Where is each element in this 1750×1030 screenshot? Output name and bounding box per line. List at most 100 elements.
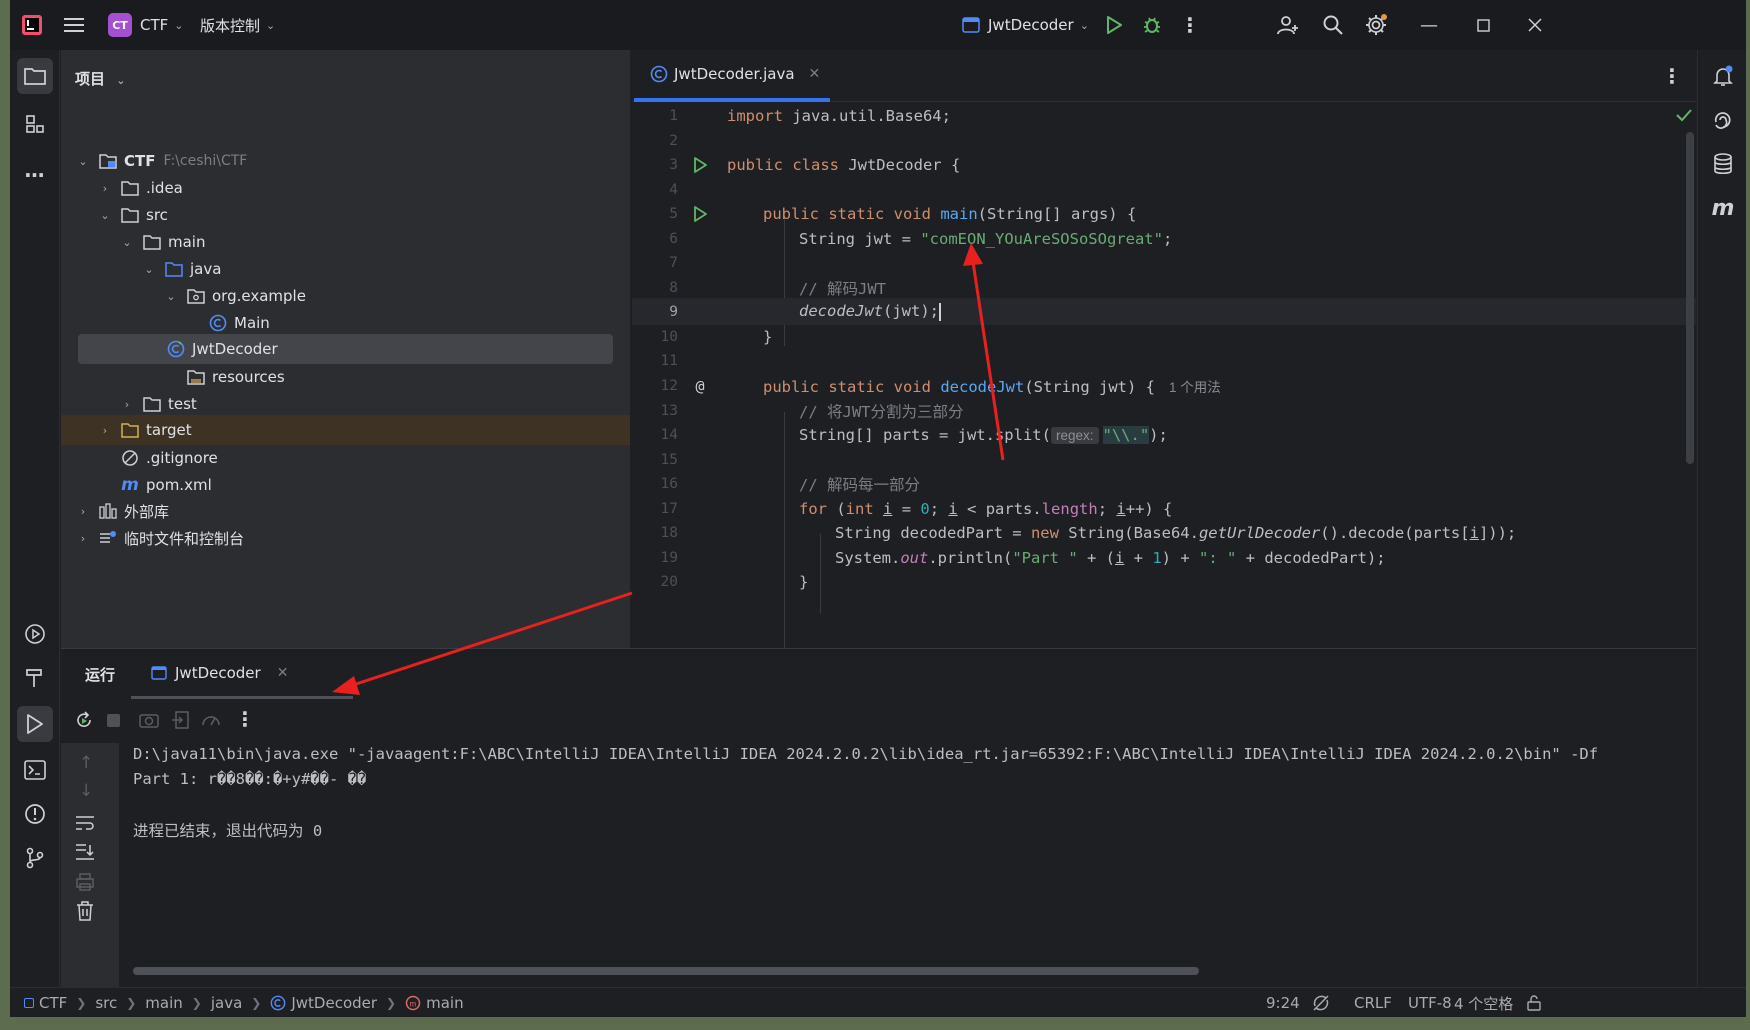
rerun-icon[interactable] [75, 711, 93, 733]
folder-icon [97, 152, 119, 170]
settings-gear-icon[interactable] [1364, 0, 1388, 50]
run-tool-icon[interactable] [17, 706, 53, 742]
tree-item-resources[interactable]: resources [163, 362, 285, 392]
folder-icon [141, 395, 163, 413]
vcs-menu[interactable]: 版本控制 ⌄ [200, 0, 275, 50]
terminal-tool-icon[interactable] [17, 752, 53, 788]
build-tool-icon[interactable] [17, 660, 53, 696]
run-panel-title: 运行 [85, 666, 116, 684]
caret-position[interactable]: 9:24 [1266, 988, 1300, 1017]
run-config-selector[interactable]: JwtDecoder ⌄ [962, 0, 1089, 50]
close-icon[interactable] [1524, 0, 1546, 50]
breadcrumb-item[interactable]: JwtDecoder [291, 994, 377, 1012]
trash-icon[interactable] [76, 901, 94, 925]
project-switcher[interactable]: CT CTF ⌄ [108, 0, 183, 50]
tree-item-idea[interactable]: › .idea [97, 173, 183, 203]
breadcrumb-item[interactable]: main [426, 994, 463, 1012]
minimize-icon[interactable]: — [1418, 0, 1440, 50]
project-panel-header[interactable]: 项目 ⌄ [75, 68, 125, 89]
more-run-actions-icon[interactable]: ⋮ [235, 707, 255, 731]
tree-item-main[interactable]: ⌄ main [119, 227, 205, 257]
code-line: 7 [669, 254, 678, 271]
maven-tool-icon[interactable]: m [1705, 190, 1741, 226]
tree-item-external-libs[interactable]: › 外部库 [75, 496, 169, 526]
no-sync-icon[interactable] [1312, 988, 1330, 1017]
code-line: 2 [669, 132, 678, 149]
exit-icon[interactable] [171, 711, 189, 733]
code-line: 11 [660, 352, 678, 369]
add-user-icon[interactable] [1276, 0, 1300, 50]
no-problems-check-icon[interactable] [1676, 108, 1692, 126]
console-output[interactable]: D:\java11\bin\java.exe "-javaagent:F:\AB… [119, 743, 1696, 988]
intellij-logo-icon[interactable] [22, 0, 42, 50]
arrow-down-icon[interactable]: ↓ [79, 781, 93, 801]
editor-tab-bar: JwtDecoder.java ✕ ⋮ [632, 50, 1696, 102]
main-menu-icon[interactable] [64, 0, 84, 50]
ide-window: CT CTF ⌄ 版本控制 ⌄ JwtDecoder ⌄ ⋮ — … 项目 ⌄ … [10, 0, 1746, 1017]
tab-options-icon[interactable]: ⋮ [1662, 64, 1682, 88]
code-area[interactable]: 1 import java.util.Base64; 2 3 public cla… [632, 102, 1696, 648]
search-icon[interactable] [1321, 0, 1345, 50]
notifications-icon[interactable] [1705, 58, 1741, 94]
chevron-down-icon: ⌄ [78, 154, 88, 168]
run-tab-jwtdecoder[interactable]: JwtDecoder ✕ [131, 649, 353, 699]
print-icon[interactable] [75, 873, 95, 895]
more-tools-icon[interactable]: … [17, 152, 53, 188]
folder-icon [141, 233, 163, 251]
project-panel-title: 项目 [75, 70, 106, 88]
tree-item-gitignore[interactable]: .gitignore [97, 443, 218, 473]
ai-assistant-icon[interactable] [1705, 102, 1741, 138]
run-gutter-icon[interactable] [690, 205, 710, 222]
problems-tool-icon[interactable] [17, 796, 53, 832]
console-horizontal-scrollbar[interactable] [133, 967, 1199, 975]
scratch-icon [97, 529, 119, 547]
breadcrumb-item[interactable]: CTF [39, 994, 67, 1012]
usages-hint[interactable]: 1 个用法 [1169, 380, 1221, 395]
editor-vertical-scrollbar[interactable] [1686, 132, 1694, 464]
tab-jwtdecoder-java[interactable]: JwtDecoder.java ✕ [634, 50, 830, 102]
maven-icon: m [121, 475, 139, 495]
folder-icon [119, 206, 141, 224]
stop-icon[interactable] [107, 714, 120, 727]
tree-item-scratches[interactable]: › 临时文件和控制台 [75, 523, 244, 553]
chevron-right-icon: › [102, 181, 108, 195]
breadcrumb-item[interactable]: main [145, 994, 182, 1012]
more-actions-icon[interactable]: ⋮ [1180, 0, 1200, 50]
git-tool-icon[interactable] [17, 840, 53, 876]
close-tab-icon[interactable]: ✕ [809, 66, 821, 82]
camera-icon[interactable] [139, 711, 159, 733]
breadcrumb-item[interactable]: src [95, 994, 117, 1012]
tree-item-target[interactable]: › target [61, 415, 630, 445]
profiler-icon[interactable] [201, 711, 221, 733]
tree-item-label: org.example [212, 287, 306, 305]
jwt-string-literal: "comEON_YOuAreSOSoSOgreat" [920, 229, 1163, 248]
line-ending[interactable]: CRLF [1354, 988, 1392, 1017]
debug-icon[interactable] [1140, 0, 1164, 50]
breadcrumb-item[interactable]: java [211, 994, 242, 1012]
resources-folder-icon [185, 368, 207, 386]
services-tool-icon[interactable] [17, 616, 53, 652]
soft-wrap-icon[interactable] [75, 815, 95, 835]
tree-item-java[interactable]: ⌄ java [141, 254, 221, 284]
tree-item-src[interactable]: ⌄ src [97, 200, 168, 230]
tree-item-label: Main [234, 314, 270, 332]
run-toolbar: ⋮ [61, 699, 1696, 743]
arrow-up-icon[interactable]: ↑ [79, 753, 93, 773]
scroll-to-end-icon[interactable] [75, 843, 95, 865]
database-icon[interactable] [1705, 146, 1741, 182]
usages-gutter-icon[interactable]: @ [690, 377, 710, 395]
indent-setting[interactable]: 4 个空格 [1454, 988, 1513, 1017]
close-run-tab-icon[interactable]: ✕ [277, 665, 289, 681]
tree-item-org-example[interactable]: ⌄ org.example [163, 281, 306, 311]
file-encoding[interactable]: UTF-8 [1408, 988, 1452, 1017]
code-line: 12 @ public static void decodeJwt(String… [660, 376, 1221, 396]
project-tool-icon[interactable] [17, 58, 53, 94]
tree-item-ctf[interactable]: ⌄ CTF F:\ceshi\CTF [75, 146, 247, 176]
run-icon[interactable] [1103, 0, 1125, 50]
chevron-down-icon: ⌄ [1079, 18, 1089, 32]
run-gutter-icon[interactable] [690, 156, 710, 173]
lock-icon[interactable] [1526, 988, 1542, 1017]
tree-item-jwtdecoder[interactable]: JwtDecoder [78, 334, 613, 364]
structure-tool-icon[interactable] [17, 106, 53, 142]
maximize-icon[interactable] [1472, 0, 1494, 50]
